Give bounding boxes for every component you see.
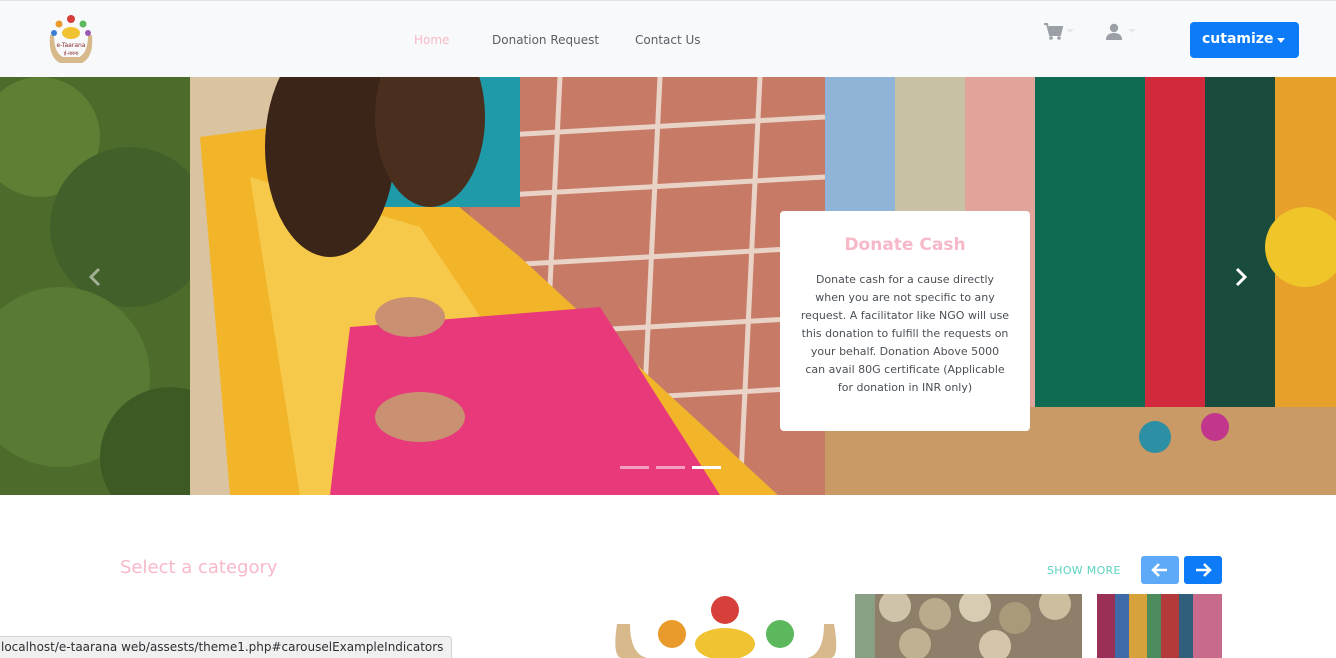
carousel-indicator[interactable] bbox=[620, 466, 649, 469]
customize-dropdown-button[interactable]: cutamize bbox=[1190, 22, 1299, 58]
carousel-indicator-active[interactable] bbox=[692, 466, 721, 469]
cart-dropdown[interactable] bbox=[1042, 22, 1076, 42]
user-dropdown[interactable] bbox=[1104, 22, 1140, 42]
carousel-prev-button[interactable] bbox=[88, 267, 102, 293]
chevron-down-icon bbox=[1128, 29, 1136, 33]
caret-down-icon bbox=[1277, 38, 1285, 43]
shopping-cart-icon bbox=[1044, 23, 1064, 40]
category-image bbox=[855, 594, 1082, 658]
caption-text: Donate cash for a cause directly when yo… bbox=[800, 273, 1010, 394]
user-icon bbox=[1106, 23, 1122, 40]
category-card[interactable] bbox=[612, 594, 840, 658]
customize-label: cutamize bbox=[1202, 31, 1274, 47]
caption-title: Donate Cash bbox=[844, 235, 966, 255]
browser-status-bar: localhost/e-taarana web/assests/theme1.p… bbox=[0, 636, 453, 658]
category-prev-button[interactable] bbox=[1141, 556, 1179, 584]
carousel-indicator[interactable] bbox=[656, 466, 685, 469]
navbar: e-Taarana ई-तारना Home Donation Request … bbox=[0, 0, 1336, 77]
category-next-button[interactable] bbox=[1184, 556, 1222, 584]
category-section-title: Select a category bbox=[120, 557, 278, 578]
nav-link-home[interactable]: Home bbox=[414, 33, 449, 47]
nav-link-donation-request[interactable]: Donation Request bbox=[492, 33, 599, 47]
chevron-left-icon bbox=[88, 267, 101, 287]
category-image bbox=[1097, 594, 1222, 658]
chevron-down-icon bbox=[1066, 29, 1074, 33]
carousel-image-left bbox=[0, 77, 825, 495]
nav-link-contact-us[interactable]: Contact Us bbox=[635, 33, 701, 47]
category-image bbox=[612, 594, 840, 658]
arrow-right-icon bbox=[1196, 563, 1212, 577]
chevron-right-icon bbox=[1235, 267, 1248, 287]
carousel-indicators bbox=[620, 466, 730, 472]
arrow-left-icon bbox=[1151, 563, 1167, 577]
category-card[interactable] bbox=[855, 594, 1082, 658]
carousel-caption: Donate Cash Donate cash for a cause dire… bbox=[780, 211, 1030, 431]
category-card[interactable] bbox=[1097, 594, 1222, 658]
show-more-link[interactable]: SHOW MORE bbox=[1047, 564, 1121, 577]
hero-carousel: Donate Cash Donate cash for a cause dire… bbox=[0, 77, 1336, 495]
carousel-next-button[interactable] bbox=[1234, 267, 1248, 293]
